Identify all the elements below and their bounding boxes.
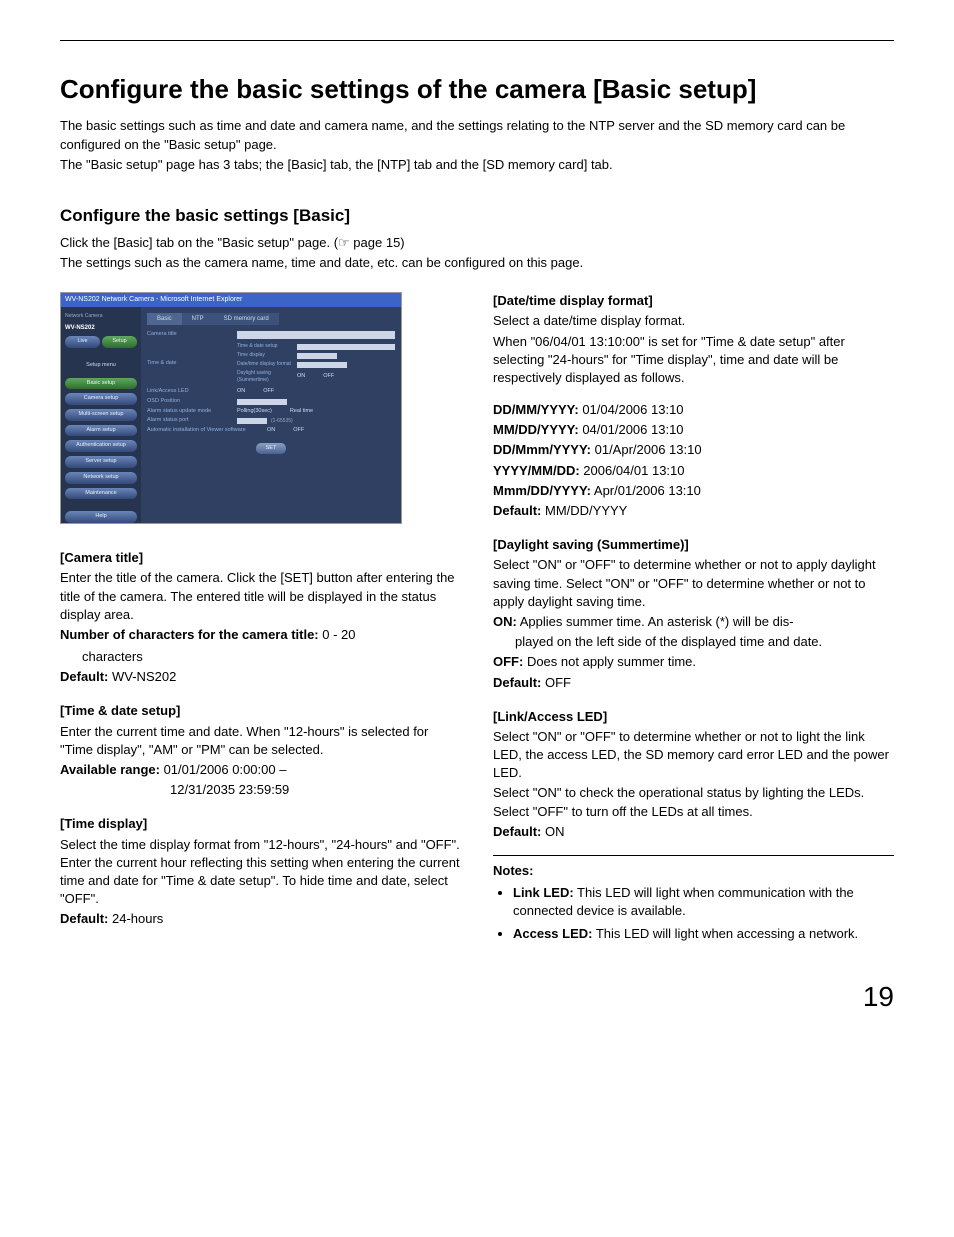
sidebar-item-network-setup[interactable]: Network setup: [65, 472, 137, 484]
live-button[interactable]: Live: [65, 336, 100, 348]
embedded-ui-screenshot: WV-NS202 Network Camera - Microsoft Inte…: [60, 292, 402, 524]
daylight-on-radio[interactable]: ON: [297, 373, 305, 381]
page: Configure the basic settings of the came…: [60, 40, 894, 1016]
time-date-text: Enter the current time and date. When "1…: [60, 723, 461, 759]
fmt-ddmmmyyyy: DD/Mmm/YYYY: 01/Apr/2006 13:10: [493, 441, 894, 459]
link-led-heading: [Link/Access LED]: [493, 708, 894, 726]
section-line-1: Click the [Basic] tab on the "Basic setu…: [60, 234, 894, 252]
note-link-led: Link LED: This LED will light when commu…: [513, 884, 894, 920]
setup-button[interactable]: Setup: [102, 336, 137, 348]
sidebar-item-alarm-setup[interactable]: Alarm setup: [65, 425, 137, 437]
time-date-heading: [Time & date setup]: [60, 702, 461, 720]
set-button[interactable]: SET: [256, 443, 286, 455]
top-rule: [60, 40, 894, 41]
link-led-p2: Select "ON" to check the operational sta…: [493, 784, 894, 820]
notes-heading: Notes:: [493, 862, 894, 880]
two-column-layout: WV-NS202 Network Camera - Microsoft Inte…: [60, 292, 894, 947]
date-format-heading: [Date/time display format]: [493, 292, 894, 310]
help-button[interactable]: Help: [65, 511, 137, 523]
time-display-select[interactable]: [297, 353, 337, 359]
osd-position-label: OSD Position: [147, 398, 237, 406]
fmt-ddmmyyyy: DD/MM/YYYY: 01/04/2006 13:10: [493, 401, 894, 419]
alarm-port-input[interactable]: [237, 418, 267, 424]
time-date-label: Time & date: [147, 360, 237, 368]
time-display-heading: [Time display]: [60, 815, 461, 833]
left-column: WV-NS202 Network Camera - Microsoft Inte…: [60, 292, 461, 947]
sidebar-item-basic-setup[interactable]: Basic setup: [65, 378, 137, 390]
sidebar-item-auth-setup[interactable]: Authentication setup: [65, 440, 137, 452]
setup-menu-label: Setup menu: [65, 362, 137, 370]
model-name: WV-NS202: [65, 324, 137, 332]
alarm-polling-radio[interactable]: Polling(30sec): [237, 408, 272, 416]
autoinstall-off-radio[interactable]: OFF: [293, 427, 304, 435]
camera-title-heading: [Camera title]: [60, 549, 461, 567]
link-led-label: Link/Access LED: [147, 388, 237, 396]
time-display-text: Select the time display format from "12-…: [60, 836, 461, 909]
time-display-default: Default: 24-hours: [60, 910, 461, 928]
tab-basic[interactable]: Basic: [147, 313, 182, 325]
num-chars-line: Number of characters for the camera titl…: [60, 626, 461, 644]
notes-divider: [493, 855, 894, 856]
window-titlebar: WV-NS202 Network Camera - Microsoft Inte…: [61, 293, 401, 307]
fmt-yyyymmdd: YYYY/MM/DD: 2006/04/01 13:10: [493, 462, 894, 480]
date-format-select[interactable]: [297, 362, 347, 368]
date-format-p1: Select a date/time display format.: [493, 312, 894, 330]
right-column: [Date/time display format] Select a date…: [493, 292, 894, 947]
autoinstall-on-radio[interactable]: ON: [267, 427, 275, 435]
fmt-default: Default: MM/DD/YYYY: [493, 502, 894, 520]
available-range-indent: 12/31/2035 23:59:59: [60, 781, 461, 799]
link-led-default: Default: ON: [493, 823, 894, 841]
fmt-mmmddyyyy: Mmm/DD/YYYY: Apr/01/2006 13:10: [493, 482, 894, 500]
daylight-off-line: OFF: Does not apply summer time.: [493, 653, 894, 671]
notes-list: Link LED: This LED will light when commu…: [493, 884, 894, 943]
linkled-on-radio[interactable]: ON: [237, 388, 245, 396]
link-led-p1: Select "ON" or "OFF" to determine whethe…: [493, 728, 894, 783]
auto-install-label: Automatic installation of Viewer softwar…: [147, 427, 267, 435]
section-heading: Configure the basic settings [Basic]: [60, 204, 894, 228]
page-number: 19: [60, 977, 894, 1016]
camera-title-label: Camera title: [147, 331, 237, 339]
page-title: Configure the basic settings of the came…: [60, 71, 894, 107]
sidebar-item-server-setup[interactable]: Server setup: [65, 456, 137, 468]
camera-title-input[interactable]: [237, 331, 395, 339]
sidebar-item-multiscreen-setup[interactable]: Multi-screen setup: [65, 409, 137, 421]
daylight-text: Select "ON" or "OFF" to determine whethe…: [493, 556, 894, 611]
sidebar-item-maintenance[interactable]: Maintenance: [65, 488, 137, 500]
time-date-setup-input[interactable]: [297, 344, 395, 350]
date-format-p2: When "06/04/01 13:10:00" is set for "Tim…: [493, 333, 894, 388]
daylight-on-line: ON: Applies summer time. An asterisk (*)…: [493, 613, 894, 631]
form-panel: Basic NTP SD memory card Camera title Ti…: [141, 307, 401, 524]
alarm-port-label: Alarm status port: [147, 417, 237, 425]
daylight-heading: [Daylight saving (Summertime)]: [493, 536, 894, 554]
tab-sd-memory-card[interactable]: SD memory card: [214, 313, 279, 325]
osd-position-select[interactable]: [237, 399, 287, 405]
sidebar: Network Camera WV-NS202 Live Setup Setup…: [61, 307, 141, 524]
camera-title-default: Default: WV-NS202: [60, 668, 461, 686]
fmt-mmddyyyy: MM/DD/YYYY: 04/01/2006 13:10: [493, 421, 894, 439]
intro-line-2: The "Basic setup" page has 3 tabs; the […: [60, 156, 894, 174]
camera-title-text: Enter the title of the camera. Click the…: [60, 569, 461, 624]
intro-line-1: The basic settings such as time and date…: [60, 117, 894, 153]
intro-block: The basic settings such as time and date…: [60, 117, 894, 174]
linkled-off-radio[interactable]: OFF: [263, 388, 274, 396]
daylight-on-indent: played on the left side of the displayed…: [493, 633, 894, 651]
note-access-led: Access LED: This LED will light when acc…: [513, 925, 894, 943]
section-line-2: The settings such as the camera name, ti…: [60, 254, 894, 272]
available-range-line: Available range: 01/01/2006 0:00:00 –: [60, 761, 461, 779]
alarm-realtime-radio[interactable]: Real time: [290, 408, 313, 416]
num-chars-indent: characters: [60, 648, 461, 666]
model-label: Network Camera: [65, 313, 137, 320]
tab-ntp[interactable]: NTP: [182, 313, 214, 325]
daylight-default: Default: OFF: [493, 674, 894, 692]
sidebar-item-camera-setup[interactable]: Camera setup: [65, 393, 137, 405]
alarm-update-label: Alarm status update mode: [147, 408, 237, 416]
daylight-off-radio[interactable]: OFF: [323, 373, 334, 381]
